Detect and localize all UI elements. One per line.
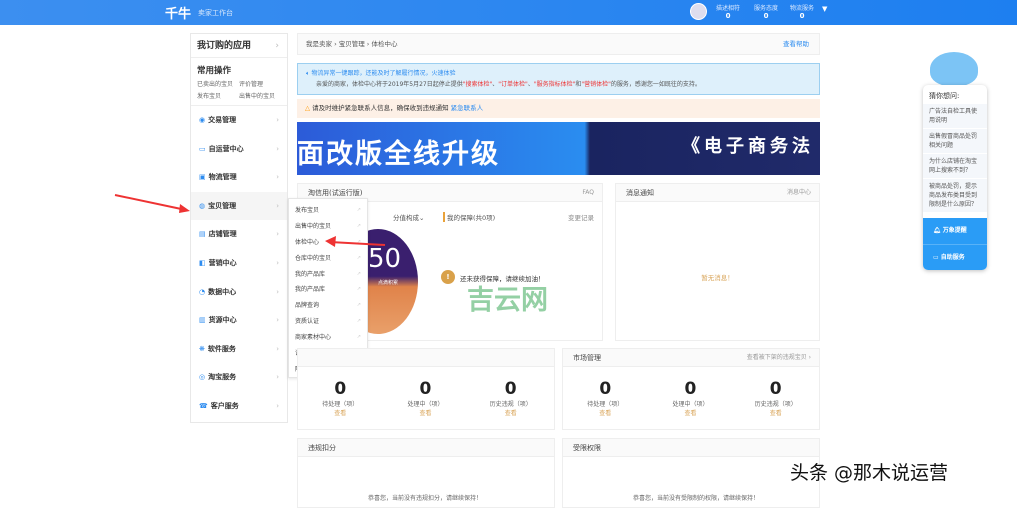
red-arrow xyxy=(114,194,187,211)
watermark-corner: 头条 @那木说运营 xyxy=(790,462,949,484)
red-arrow xyxy=(329,241,386,246)
watermark-center: 吉云网 xyxy=(467,285,548,316)
annotation-arrows xyxy=(114,194,386,247)
